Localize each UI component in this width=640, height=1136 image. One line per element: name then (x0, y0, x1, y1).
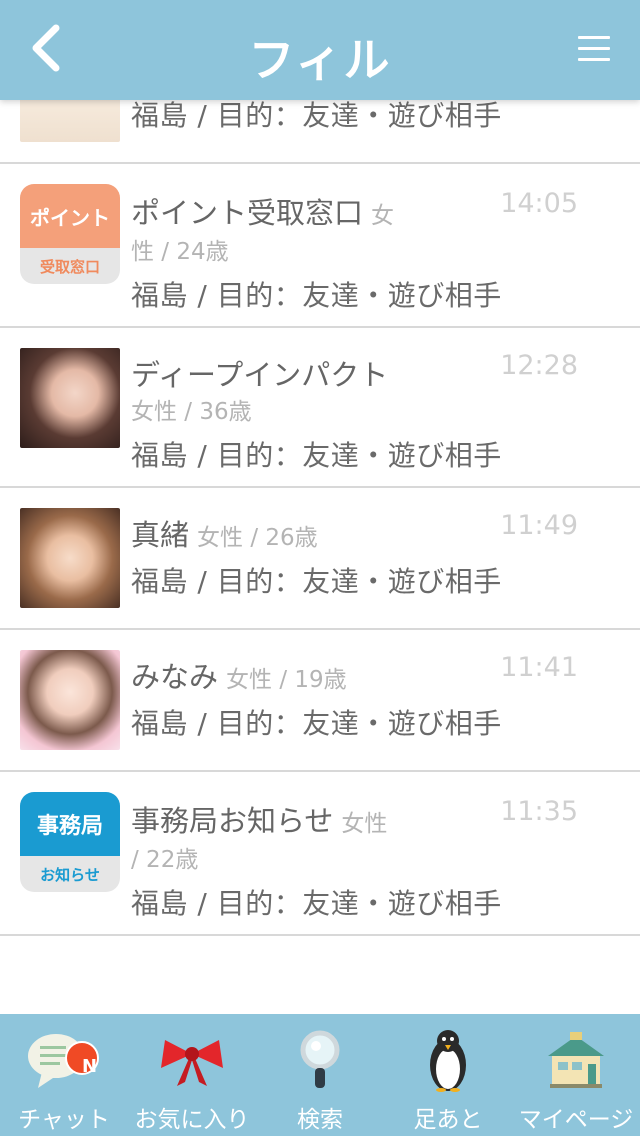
avatar (20, 348, 120, 448)
gender-age: 女性 / 26歳 (197, 525, 318, 551)
purpose-text: 福島 / 目的：友達・遊び相手 (131, 565, 502, 598)
tab-footprints[interactable]: 足あと (384, 1014, 512, 1136)
gender-age: 女性 / 19歳 (226, 667, 347, 693)
gender-age-cont: 性 / 24歳 (131, 239, 229, 265)
list-item[interactable]: ディープインパクト 女性 / 36歳 福島 / 目的：友達・遊び相手 12:28 (0, 328, 640, 488)
tab-label: 足あと (413, 1107, 483, 1133)
notification-badge: N (82, 1056, 98, 1077)
tab-label: 検索 (297, 1107, 343, 1133)
menu-button[interactable] (578, 36, 610, 64)
username: 事務局お知らせ 女性 (131, 798, 387, 840)
username-text: ポイント受取窓口 (131, 196, 364, 230)
timestamp: 14:05 (500, 188, 578, 219)
tab-favorites[interactable]: お気に入り (128, 1014, 256, 1136)
ribbon-icon (161, 1040, 223, 1086)
avatar: ポイント 受取窓口 (20, 184, 120, 284)
gender-age: 女性 / 36歳 (131, 399, 252, 425)
tab-search[interactable]: 検索 (256, 1014, 384, 1136)
app-header: フィル (0, 0, 640, 100)
avatar (20, 508, 120, 608)
gender-age-cont: / 22歳 (131, 847, 199, 873)
list-item[interactable]: みなみ 女性 / 19歳 福島 / 目的：友達・遊び相手 11:41 (0, 630, 640, 772)
username: みなみ 女性 / 19歳 (131, 654, 347, 696)
username: ポイント受取窓口女 (131, 190, 394, 232)
purpose-text: 福島 / 目的：友達・遊び相手 (131, 707, 502, 740)
gender-age: 女 (371, 203, 395, 229)
bottom-tab-bar: N チャット お気に入り 検索 足あと マイページ (0, 1014, 640, 1136)
timestamp: 11:49 (500, 510, 578, 541)
list-item[interactable]: ポイント 受取窓口 ポイント受取窓口女 性 / 24歳 福島 / 目的：友達・遊… (0, 164, 640, 328)
username: ディープインパクト (131, 352, 388, 394)
list-item[interactable]: 事務局 お知らせ 事務局お知らせ 女性 / 22歳 福島 / 目的：友達・遊び相手… (0, 772, 640, 936)
gender-age: 女性 (341, 811, 388, 837)
badge-top-label: ポイント (20, 184, 120, 248)
avatar (20, 650, 120, 750)
house-icon (548, 1032, 604, 1088)
list-item[interactable]: 真緒 女性 / 26歳 福島 / 目的：友達・遊び相手 11:49 (0, 488, 640, 630)
timestamp: 12:28 (500, 350, 578, 381)
purpose-text: 福島 / 目的：友達・遊び相手 (131, 279, 502, 312)
purpose-text: 福島 / 目的：友達・遊び相手 (131, 99, 502, 132)
badge-bottom-label: 受取窓口 (20, 248, 120, 284)
purpose-text: 福島 / 目的：友達・遊び相手 (131, 439, 502, 472)
avatar: 事務局 お知らせ (20, 792, 120, 892)
tab-mypage[interactable]: マイページ (512, 1014, 640, 1136)
penguin-icon (430, 1030, 466, 1092)
purpose-text: 福島 / 目的：友達・遊び相手 (131, 887, 502, 920)
badge-bottom-label: お知らせ (20, 856, 120, 892)
magnifier-icon (300, 1030, 340, 1088)
timestamp: 11:35 (500, 796, 578, 827)
badge-top-label: 事務局 (20, 792, 120, 856)
hamburger-menu-icon (578, 36, 610, 61)
username: 真緒 女性 / 26歳 (131, 512, 318, 554)
tab-label: お気に入り (134, 1107, 250, 1133)
username-text: みなみ (131, 660, 219, 694)
page-title: フィル (248, 33, 392, 87)
tab-chat[interactable]: N チャット (0, 1014, 128, 1136)
tab-label: マイページ (518, 1107, 634, 1133)
username-text: 事務局お知らせ (131, 804, 334, 838)
username-text: ディープインパクト (131, 358, 389, 392)
timestamp: 11:41 (500, 652, 578, 683)
username-text: 真緒 (131, 518, 190, 552)
